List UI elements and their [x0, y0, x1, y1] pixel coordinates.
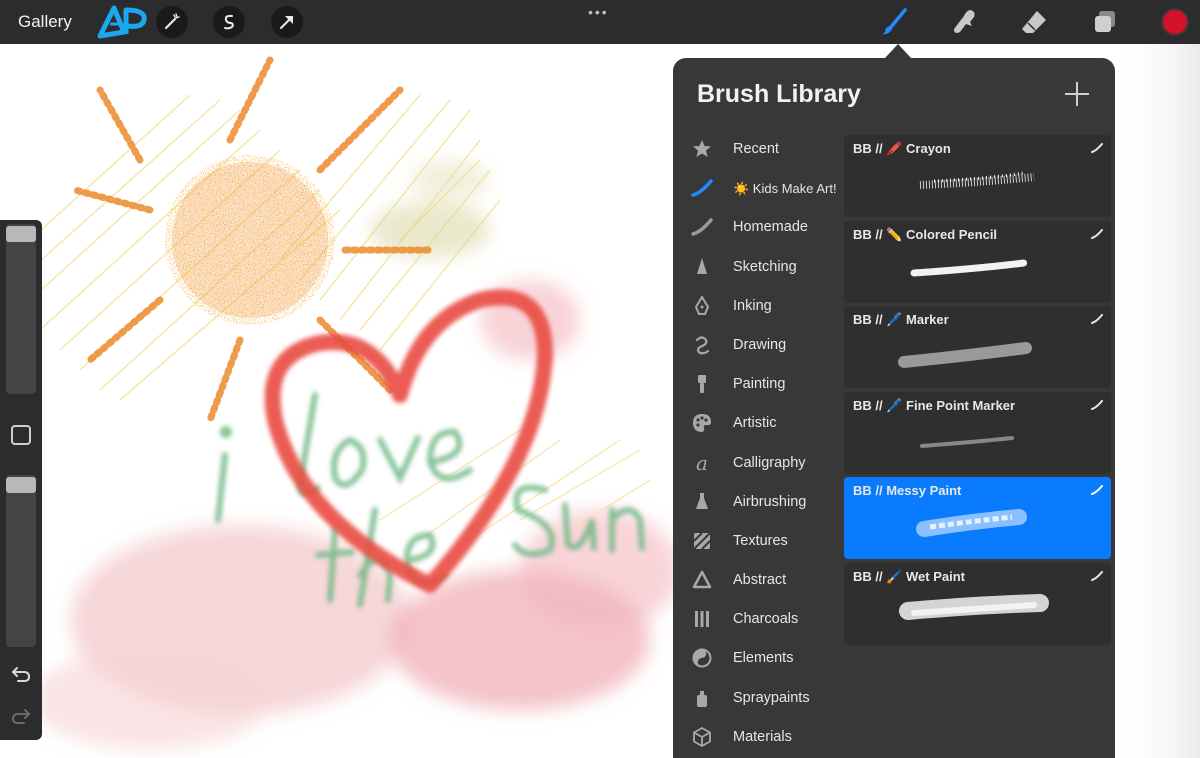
brush-tool-button[interactable]	[880, 8, 908, 36]
pen-nib-icon	[691, 295, 713, 317]
selection-icon	[224, 14, 234, 30]
smudge-tool-button[interactable]	[950, 8, 978, 36]
brush-icon	[882, 8, 907, 35]
opacity-slider[interactable]	[6, 475, 36, 647]
gallery-button[interactable]: Gallery	[18, 12, 72, 32]
brush-set-sketching[interactable]: Sketching	[673, 248, 845, 287]
brush-item-fine-point-marker[interactable]: BB // 🖊️ Fine Point Marker	[844, 391, 1111, 474]
brush-stroke-preview	[920, 435, 1014, 448]
color-picker-button[interactable]	[1161, 8, 1189, 36]
squiggle-icon	[691, 334, 713, 356]
brush-set-list: Recent ☀️ Kids Make Art! Homemade Sketch…	[673, 130, 845, 757]
brush-item-colored-pencil[interactable]: BB // ✏️ Colored Pencil	[844, 220, 1111, 303]
stroke-preview-icon	[1091, 485, 1103, 495]
spray-can-icon	[691, 687, 713, 709]
brush-name: BB // ✏️ Colored Pencil	[853, 226, 998, 242]
transform-button[interactable]	[271, 6, 303, 38]
brush-set-airbrushing[interactable]: Airbrushing	[673, 483, 845, 522]
brush-set-calligraphy[interactable]: a Calligraphy	[673, 444, 845, 483]
layers-icon	[1095, 11, 1115, 32]
pencil-tip-icon	[691, 256, 713, 278]
opacity-thumb[interactable]	[6, 477, 36, 493]
brush-stroke-preview	[910, 259, 1028, 276]
stroke-icon	[691, 216, 713, 238]
brush-set-spraypaints[interactable]: Spraypaints	[673, 679, 845, 718]
top-toolbar: Gallery •••	[0, 0, 1200, 44]
calligraphy-icon: a	[696, 450, 708, 475]
modify-button[interactable]	[11, 425, 31, 445]
brush-name: BB // 🖊️ Fine Point Marker	[853, 397, 1016, 413]
paint-brush-icon	[691, 373, 713, 395]
brush-name: BB // Messy Paint	[853, 483, 962, 498]
undo-icon[interactable]	[10, 662, 32, 684]
brush-list: BB // 🖍️ Crayon BB // ✏️ Colored Pencil …	[844, 135, 1111, 648]
stroke-preview-icon	[1091, 228, 1103, 239]
brush-library-panel: Brush Library Recent ☀️ Kids Make Art! H…	[673, 58, 1115, 758]
stroke-preview-icon	[1091, 399, 1103, 410]
popover-pointer	[885, 44, 911, 58]
brush-set-artistic[interactable]: Artistic	[673, 404, 845, 443]
add-brush-button[interactable]	[1065, 82, 1089, 106]
brush-stroke-preview	[898, 342, 1032, 368]
brush-name: BB // 🖍️ Crayon	[853, 141, 951, 156]
hatch-icon	[691, 530, 713, 552]
watermark-logo-icon	[97, 5, 147, 39]
brush-size-thumb[interactable]	[6, 226, 36, 242]
cube-icon	[691, 726, 713, 748]
eraser-icon	[1022, 11, 1046, 33]
brush-set-kids-make-art[interactable]: ☀️ Kids Make Art!	[673, 169, 845, 208]
layers-button[interactable]	[1091, 8, 1119, 36]
yin-yang-icon	[691, 647, 713, 669]
brush-size-slider[interactable]	[6, 224, 36, 394]
adjustments-button[interactable]	[156, 6, 188, 38]
stroke-preview-icon	[1091, 143, 1103, 153]
brush-set-recent[interactable]: Recent	[673, 130, 845, 169]
transform-icon	[280, 16, 293, 29]
brush-set-painting[interactable]: Painting	[673, 365, 845, 404]
palette-icon	[691, 412, 713, 434]
stroke-preview-icon	[1091, 314, 1103, 324]
brush-stroke-preview	[919, 171, 1035, 189]
brush-item-crayon[interactable]: BB // 🖍️ Crayon	[844, 135, 1111, 217]
brush-set-textures[interactable]: Textures	[673, 522, 845, 561]
selection-button[interactable]	[213, 6, 245, 38]
eraser-tool-button[interactable]	[1020, 8, 1048, 36]
more-options-button[interactable]: •••	[588, 4, 609, 20]
blue-stroke-icon	[691, 177, 713, 199]
brush-item-marker[interactable]: BB // 🖊️ Marker	[844, 306, 1111, 388]
airbrush-icon	[691, 491, 713, 513]
brush-set-drawing[interactable]: Drawing	[673, 326, 845, 365]
smudge-icon	[954, 10, 975, 33]
brush-set-inking[interactable]: Inking	[673, 287, 845, 326]
brush-stroke-preview	[899, 593, 1049, 620]
stroke-preview-icon	[1091, 570, 1103, 581]
canvas-shadow	[1115, 44, 1200, 758]
brush-set-abstract[interactable]: Abstract	[673, 561, 845, 600]
brush-library-title: Brush Library	[697, 80, 861, 108]
brush-set-elements[interactable]: Elements	[673, 639, 845, 678]
brush-set-charcoals[interactable]: Charcoals	[673, 600, 845, 639]
brush-set-homemade[interactable]: Homemade	[673, 208, 845, 247]
left-sidebar	[0, 220, 42, 740]
brush-name: BB // 🖌️ Wet Paint	[853, 568, 966, 584]
triangle-icon	[691, 569, 713, 591]
brush-name: BB // 🖊️ Marker	[853, 312, 949, 327]
brush-item-wet-paint[interactable]: BB // 🖌️ Wet Paint	[844, 562, 1111, 645]
brush-stroke-preview	[916, 509, 1027, 537]
adjustments-icon	[164, 13, 180, 30]
brush-set-materials[interactable]: Materials	[673, 718, 845, 757]
star-icon	[691, 138, 713, 160]
brush-item-messy-paint[interactable]: BB // Messy Paint	[844, 477, 1111, 559]
charcoal-icon	[691, 608, 713, 630]
redo-icon[interactable]	[10, 704, 32, 726]
